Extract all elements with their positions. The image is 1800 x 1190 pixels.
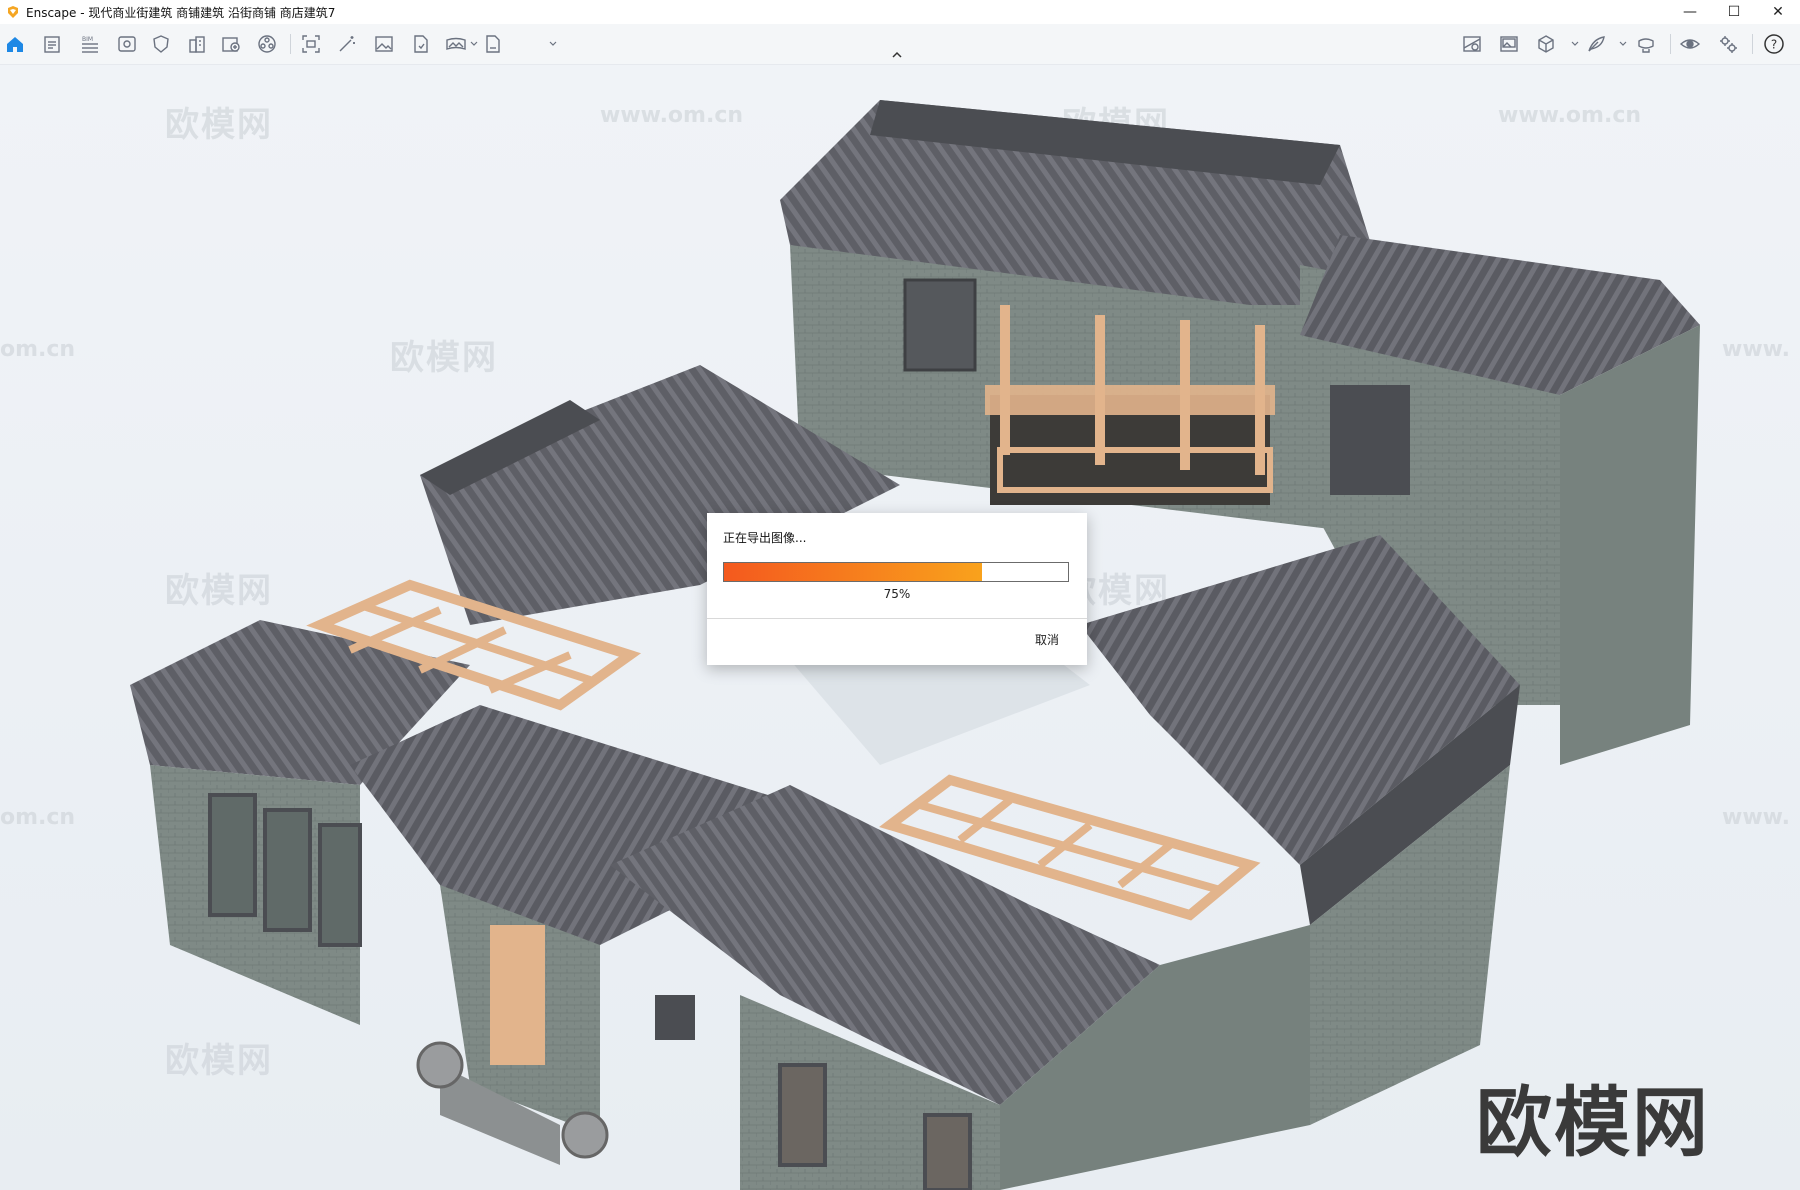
window-title: Enscape - 现代商业街建筑 商铺建筑 沿街商铺 商店建筑7	[26, 5, 336, 20]
bim-badge: BIM	[82, 36, 93, 43]
home-icon[interactable]	[4, 33, 26, 55]
chevron-down-icon[interactable]	[1571, 40, 1579, 48]
screenshot-icon[interactable]	[300, 33, 322, 55]
gallery-icon[interactable]	[1498, 33, 1520, 55]
eye-icon[interactable]	[1679, 33, 1701, 55]
material-icon[interactable]	[256, 33, 278, 55]
chevron-down-icon[interactable]	[1619, 40, 1627, 48]
collapse-toolbar-chevron-icon[interactable]	[891, 50, 903, 60]
vr-headset-icon[interactable]	[1635, 33, 1657, 55]
brand-watermark: 欧模网	[1476, 1078, 1710, 1167]
dialog-divider	[707, 618, 1087, 619]
toolbar-separator	[1670, 34, 1671, 54]
export-file-icon[interactable]	[410, 33, 432, 55]
feather-icon[interactable]	[1585, 33, 1607, 55]
toolbar-separator	[290, 34, 291, 54]
cancel-button[interactable]: 取消	[1035, 631, 1059, 648]
toolbar-separator	[1752, 34, 1753, 54]
help-label: ?	[1771, 38, 1777, 52]
view-icon[interactable]	[116, 33, 138, 55]
maximize-button[interactable]: ☐	[1712, 0, 1756, 24]
batch-render-icon[interactable]	[482, 33, 504, 55]
export-progress-dialog: 正在导出图像... 75% 取消	[707, 513, 1087, 665]
chevron-down-icon[interactable]	[549, 40, 557, 48]
title-bar: Enscape - 现代商业街建筑 商铺建筑 沿街商铺 商店建筑7 — ☐ ✕	[0, 0, 1800, 24]
cube-icon[interactable]	[1535, 33, 1557, 55]
progress-percent: 75%	[883, 587, 911, 601]
magic-wand-icon[interactable]	[336, 33, 358, 55]
chevron-down-icon[interactable]	[470, 40, 478, 48]
bim-list-icon[interactable]: BIM	[79, 33, 101, 55]
window-controls: — ☐ ✕	[1668, 0, 1800, 24]
progress-fill	[724, 563, 982, 581]
map-icon[interactable]	[1461, 33, 1483, 55]
image-icon[interactable]	[373, 33, 395, 55]
minimize-button[interactable]: —	[1668, 0, 1712, 24]
settings-icon[interactable]	[1717, 33, 1739, 55]
shield-icon[interactable]	[150, 33, 172, 55]
help-icon[interactable]: ?	[1763, 33, 1785, 55]
dialog-title: 正在导出图像...	[723, 531, 807, 545]
document-icon[interactable]	[41, 33, 63, 55]
export-progress-bar	[723, 562, 1069, 582]
building-icon[interactable]	[186, 33, 208, 55]
close-button[interactable]: ✕	[1756, 0, 1800, 24]
asset-library-icon[interactable]	[220, 33, 242, 55]
enscape-logo-icon	[8, 6, 18, 18]
panorama-icon[interactable]	[445, 33, 467, 55]
